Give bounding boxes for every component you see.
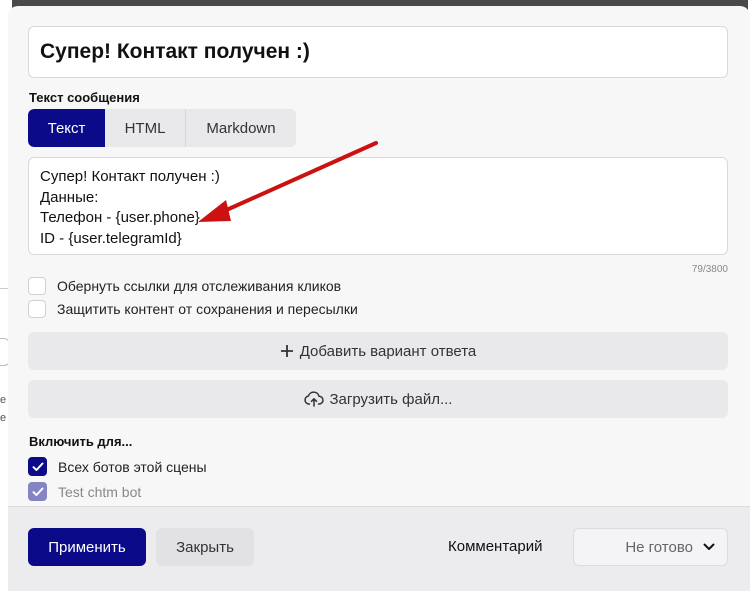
plus-icon <box>280 344 294 358</box>
checkbox-test-bot <box>28 482 47 501</box>
chevron-down-icon <box>703 543 715 551</box>
message-section-label: Текст сообщения <box>29 90 140 105</box>
format-tabs: Текст HTML Markdown <box>28 109 296 147</box>
cloud-upload-icon <box>303 391 324 407</box>
comment-link[interactable]: Комментарий <box>448 538 542 555</box>
add-answer-label: Добавить вариант ответа <box>299 342 477 360</box>
tab-html[interactable]: HTML <box>105 109 185 147</box>
background-text-fragment: е <box>0 412 7 424</box>
tab-markdown[interactable]: Markdown <box>185 109 296 147</box>
message-text-area[interactable]: Супер! Контакт получен :) Данные: Телефо… <box>28 157 728 255</box>
char-counter: 79/3800 <box>691 264 728 275</box>
option-protect-content[interactable]: Защитить контент от сохранения и пересыл… <box>28 300 358 318</box>
tab-text[interactable]: Текст <box>28 109 105 147</box>
checkbox-all-bots[interactable] <box>28 457 47 476</box>
apply-button[interactable]: Применить <box>28 528 146 566</box>
option-label: Защитить контент от сохранения и пересыл… <box>57 301 358 317</box>
upload-file-button[interactable]: Загрузить файл... <box>28 380 728 418</box>
background-text-fragment: е <box>0 394 7 406</box>
checkmark-icon <box>32 462 43 471</box>
checkmark-icon <box>32 487 43 496</box>
close-button[interactable]: Закрыть <box>156 528 254 566</box>
enable-all-bots[interactable]: Всех ботов этой сцены <box>28 457 207 476</box>
message-title-input[interactable]: Супер! Контакт получен :) <box>28 26 728 78</box>
status-value: Не готово <box>625 538 693 556</box>
message-line: Супер! Контакт получен :) <box>40 168 220 185</box>
enable-test-bot: Test chtm bot <box>28 482 141 501</box>
status-select[interactable]: Не готово <box>573 528 728 566</box>
enable-target-label: Test chtm bot <box>58 483 142 500</box>
enable-for-label: Включить для... <box>29 434 133 449</box>
checkbox-track-links[interactable] <box>28 277 46 295</box>
modal-footer: Применить Закрыть Комментарий Не готово <box>8 506 750 591</box>
message-line: ID - {user.telegramId} <box>40 229 182 247</box>
checkbox-protect-content[interactable] <box>28 300 46 318</box>
enable-target-label: Всех ботов этой сцены <box>58 458 207 475</box>
message-edit-modal: Супер! Контакт получен :) Текст сообщени… <box>8 6 750 591</box>
option-track-links[interactable]: Обернуть ссылки для отслеживания кликов <box>28 277 341 295</box>
message-line: Телефон - {user.phone} <box>40 209 200 226</box>
add-answer-button[interactable]: Добавить вариант ответа <box>28 332 728 370</box>
message-line: Данные: <box>40 188 99 206</box>
upload-file-label: Загрузить файл... <box>329 390 453 408</box>
option-label: Обернуть ссылки для отслеживания кликов <box>57 278 342 294</box>
